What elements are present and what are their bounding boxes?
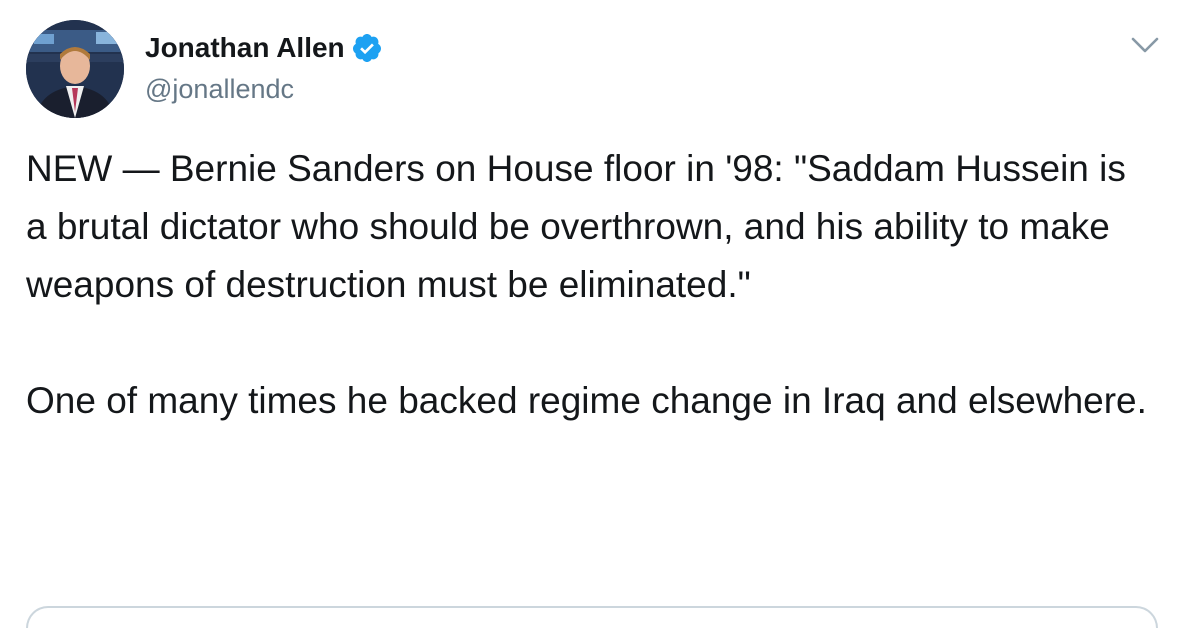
tweet-card: Jonathan Allen @jonallendc NEW — Bernie … [0, 0, 1178, 628]
avatar-image [26, 20, 124, 118]
chevron-down-icon[interactable] [1128, 32, 1162, 58]
tweet-body: NEW — Bernie Sanders on House floor in '… [26, 140, 1156, 430]
author-handle[interactable]: @jonallendc [145, 72, 294, 106]
author-avatar[interactable] [26, 20, 124, 118]
verified-badge-icon [351, 32, 383, 64]
author-name[interactable]: Jonathan Allen [145, 30, 383, 66]
author-name-text: Jonathan Allen [145, 32, 345, 63]
tweet-paragraph: NEW — Bernie Sanders on House floor in '… [26, 148, 1126, 305]
tweet-paragraph: One of many times he backed regime chang… [26, 380, 1147, 421]
media-card-edge[interactable] [26, 606, 1158, 628]
